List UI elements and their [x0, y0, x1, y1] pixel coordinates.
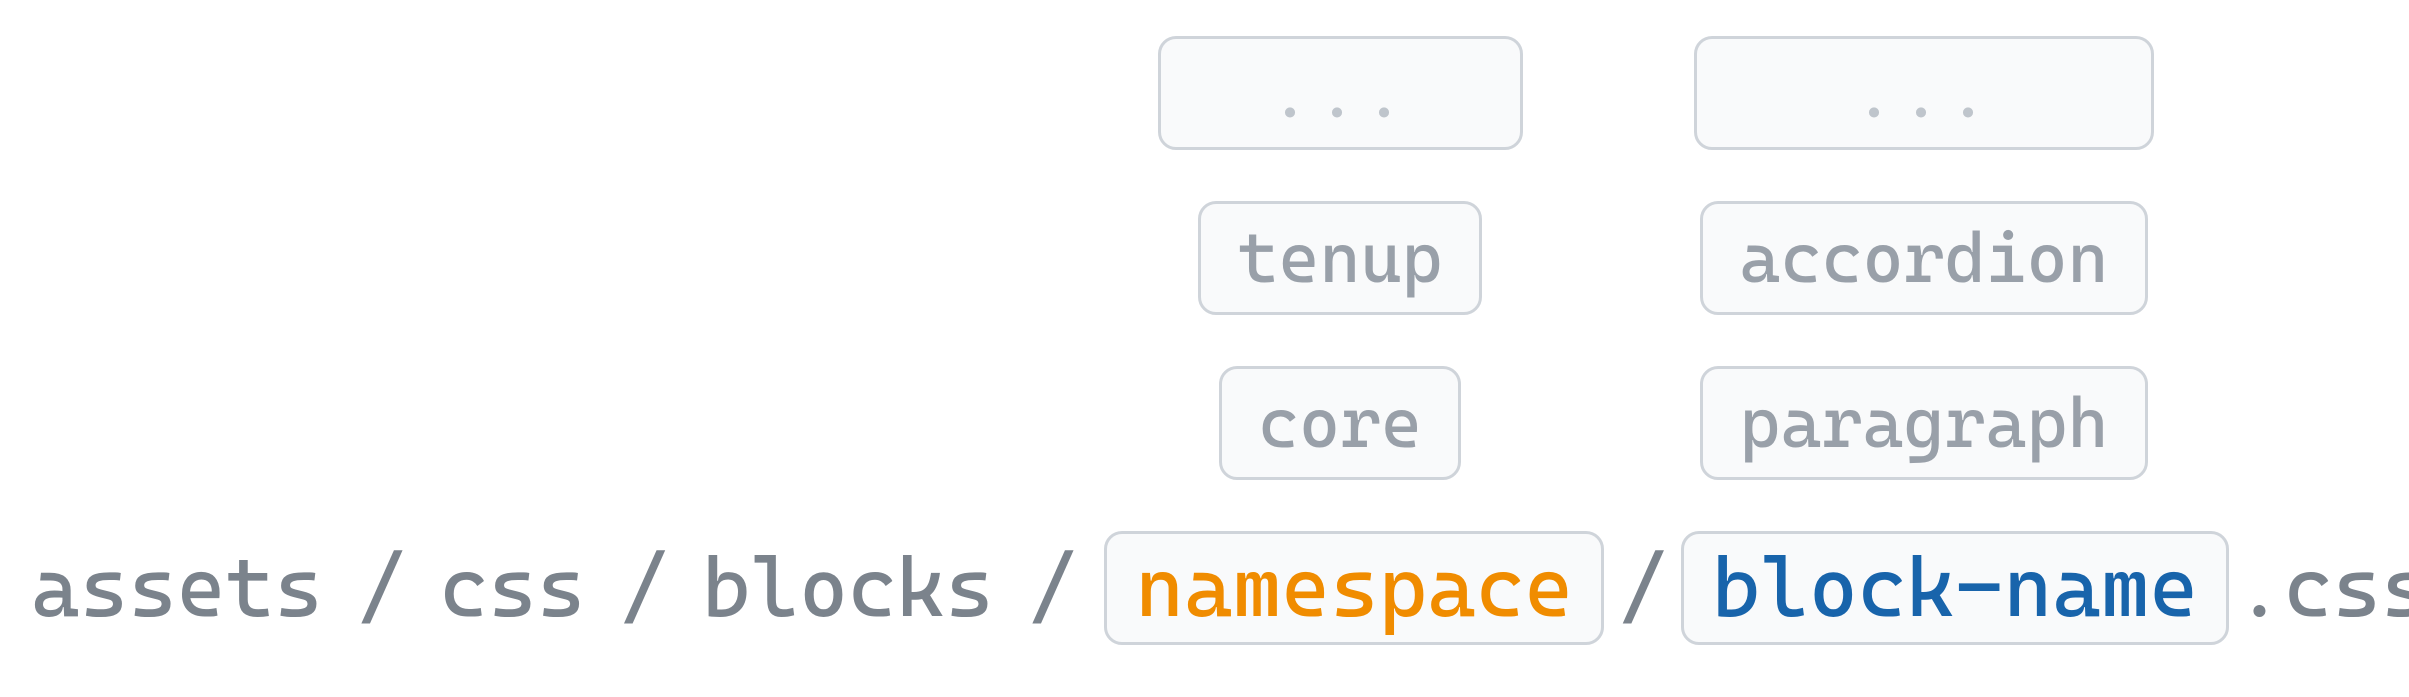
blockname-example-ellipsis: ... [1694, 36, 2154, 150]
path-separator-icon: / [591, 540, 696, 636]
blockname-example-wrap: paragraph [1659, 366, 2189, 480]
blockname-example-label: paragraph [1739, 383, 2108, 464]
path-separator-icon: / [329, 540, 434, 636]
namespace-placeholder: namespace [1104, 531, 1604, 645]
file-extension: .css [2229, 540, 2409, 636]
diagram-canvas: ... tenup core ... accordion paragraph a… [0, 0, 2409, 697]
namespace-example-wrap: core [1095, 366, 1585, 480]
namespace-example-label: tenup [1237, 218, 1442, 299]
blockname-placeholder: block-name [1681, 531, 2229, 645]
blockname-example-accordion: accordion [1700, 201, 2147, 315]
namespace-example-ellipsis: ... [1158, 36, 1523, 150]
namespace-example-wrap: ... [1095, 36, 1585, 150]
namespace-example-tenup: tenup [1198, 201, 1481, 315]
path-segment-blocks: blocks [696, 540, 1000, 636]
path-segment-css: css [433, 540, 591, 636]
namespace-example-label: core [1258, 383, 1422, 464]
namespace-example-wrap: tenup [1095, 201, 1585, 315]
ellipsis-text: ... [1853, 53, 1994, 134]
path-segment-assets: assets [25, 540, 329, 636]
blockname-example-wrap: accordion [1659, 201, 2189, 315]
namespace-example-core: core [1219, 366, 1461, 480]
ellipsis-text: ... [1269, 53, 1410, 134]
blockname-example-label: accordion [1739, 218, 2108, 299]
blockname-placeholder-label: block-name [1712, 540, 2198, 636]
file-path: assets / css / blocks / namespace / bloc… [25, 531, 2409, 645]
path-separator-icon: / [1000, 540, 1105, 636]
path-separator-icon: / [1604, 540, 1681, 636]
blockname-example-paragraph: paragraph [1700, 366, 2147, 480]
blockname-example-wrap: ... [1659, 36, 2189, 150]
namespace-placeholder-label: namespace [1135, 540, 1573, 636]
